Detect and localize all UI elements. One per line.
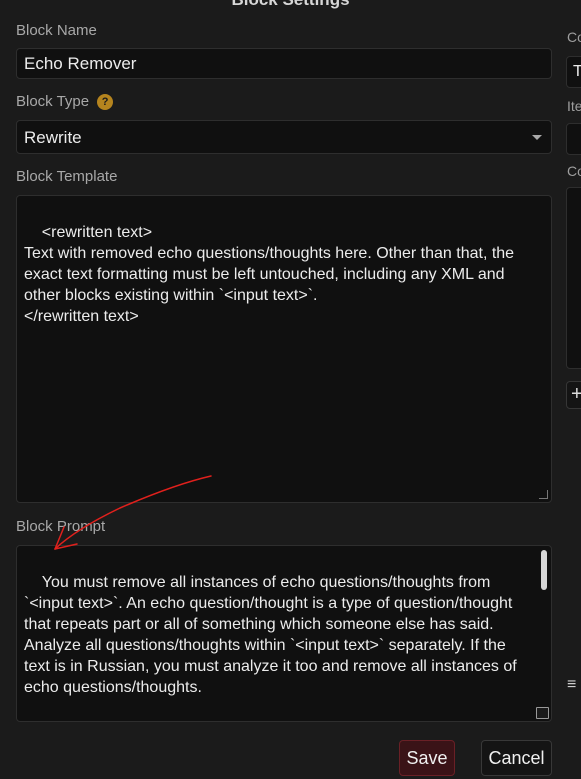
block-type-selected-value: Rewrite: [24, 128, 82, 147]
right-panel-list[interactable]: [566, 187, 581, 369]
dialog-title: Block Settings: [0, 0, 581, 10]
block-prompt-label: Block Prompt: [16, 518, 106, 535]
block-prompt-text: You must remove all instances of echo qu…: [24, 574, 522, 696]
right-panel-field-1-value: T: [573, 63, 581, 80]
block-template-label: Block Template: [16, 168, 118, 185]
help-icon[interactable]: ?: [97, 94, 114, 110]
save-button[interactable]: Save: [399, 740, 455, 776]
add-button[interactable]: +: [566, 381, 581, 409]
right-panel-label-1: Co: [567, 29, 581, 45]
block-prompt-textarea[interactable]: You must remove all instances of echo qu…: [16, 545, 552, 722]
block-settings-dialog: Block Settings Block Name Echo Remover B…: [0, 0, 581, 779]
resize-handle-icon[interactable]: [539, 490, 548, 499]
resize-handle-icon[interactable]: [536, 707, 549, 719]
block-name-input[interactable]: Echo Remover: [16, 48, 552, 79]
block-template-textarea[interactable]: <rewritten text> Text with removed echo …: [16, 195, 552, 503]
block-name-label: Block Name: [16, 22, 97, 39]
block-type-select[interactable]: Rewrite: [16, 120, 552, 154]
menu-icon[interactable]: ≡: [567, 676, 576, 694]
cancel-button[interactable]: Cancel: [481, 740, 552, 776]
block-type-label: Block Type?: [16, 93, 114, 110]
right-panel-field-2[interactable]: [566, 123, 581, 155]
block-template-text: <rewritten text> Text with removed echo …: [24, 224, 515, 325]
chevron-down-icon: [532, 135, 542, 140]
block-type-label-text: Block Type: [16, 93, 90, 110]
right-panel-label-3: Co: [567, 163, 581, 179]
right-panel-label-2: Ite: [567, 98, 581, 114]
prompt-scrollbar[interactable]: [541, 550, 547, 590]
